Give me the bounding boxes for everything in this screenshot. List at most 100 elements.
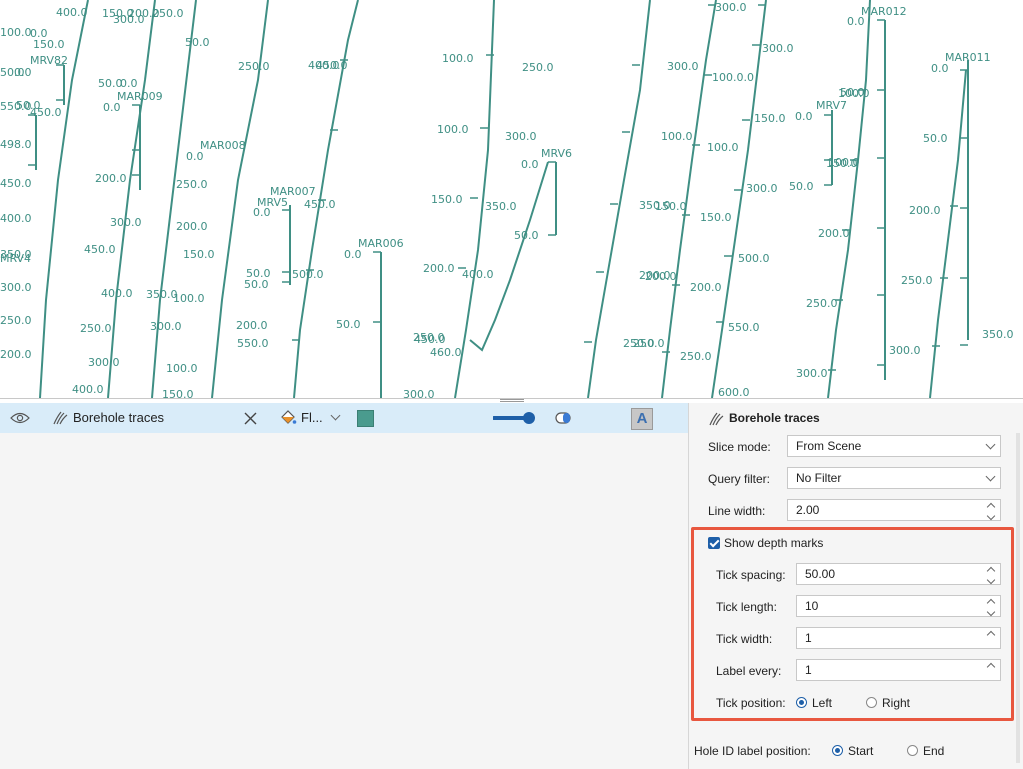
tick-spacing-spinner[interactable]: 50.00 bbox=[796, 563, 1001, 585]
spinner-arrows-icon[interactable] bbox=[986, 598, 996, 617]
text-label-icon[interactable]: A bbox=[631, 408, 653, 430]
depth-label: 100.0 bbox=[442, 52, 474, 65]
depth-label: 350.0 bbox=[982, 328, 1014, 341]
depth-label: 350.0 bbox=[485, 200, 517, 213]
line-width-spinner[interactable]: 2.00 bbox=[787, 499, 1001, 521]
depth-label: 0.0 bbox=[103, 101, 121, 114]
depth-label: 150.0 bbox=[700, 211, 732, 224]
depth-label: 300.0 bbox=[796, 367, 828, 380]
label-every-value: 1 bbox=[805, 663, 812, 677]
depth-label: 450.0 bbox=[304, 198, 336, 211]
depth-label: 450.0 bbox=[84, 243, 116, 256]
layer-name: Borehole traces bbox=[73, 410, 165, 425]
depth-label: 400.0 bbox=[56, 6, 88, 19]
depth-label: 300.0 bbox=[762, 42, 794, 55]
trace-line bbox=[469, 161, 549, 352]
depth-label: 250.0 bbox=[806, 297, 838, 310]
eye-icon[interactable] bbox=[10, 411, 30, 425]
depth-label: 250.0 bbox=[680, 350, 712, 363]
color-swatch[interactable] bbox=[357, 410, 374, 427]
tick-position-left-label: Left bbox=[812, 696, 833, 710]
fill-mode-label[interactable]: Fl... bbox=[301, 410, 323, 425]
depth-label: 300.0 bbox=[403, 388, 435, 398]
depth-label: 250.0 bbox=[633, 337, 665, 350]
show-depth-marks-checkbox[interactable] bbox=[708, 537, 720, 549]
hole-id-end-label: End bbox=[923, 744, 945, 758]
depth-label: 300.0 bbox=[715, 1, 747, 14]
tick-position-right-label: Right bbox=[882, 696, 911, 710]
depth-label: 500.0 bbox=[292, 268, 324, 281]
label-every-label: Label every: bbox=[716, 664, 782, 678]
tick-length-value: 10 bbox=[805, 599, 819, 613]
depth-label: 50.0 bbox=[789, 180, 814, 193]
depth-label: 50.0 bbox=[98, 77, 123, 90]
hole-id-end-radio[interactable] bbox=[907, 745, 918, 756]
depth-label: 250.0 bbox=[80, 322, 112, 335]
depth-label: 400.0 bbox=[308, 59, 340, 72]
trace-line bbox=[151, 0, 197, 398]
depth-label: 0.0 bbox=[847, 15, 865, 28]
depth-label: 50.0 bbox=[514, 229, 539, 242]
depth-label: 400.0 bbox=[462, 268, 494, 281]
layers-panel: Borehole traces Fl... A bbox=[0, 403, 689, 769]
depth-label: 150.0 bbox=[754, 112, 786, 125]
scene-viewport[interactable]: MAR012 MAR011 MRV7 MRV6 MAR006 MAR007 MAR008 MA… bbox=[0, 0, 1023, 399]
trace-line bbox=[107, 0, 156, 398]
tick-spacing-value: 50.00 bbox=[805, 567, 836, 581]
depth-label: 250.0 bbox=[152, 7, 184, 20]
clip-icon[interactable] bbox=[554, 411, 574, 425]
show-depth-marks-label: Show depth marks bbox=[724, 536, 824, 550]
depth-label: 100.0 bbox=[0, 26, 32, 39]
slice-mode-select[interactable]: From Scene bbox=[787, 435, 1001, 457]
borehole-scene: MAR012MAR011MRV7MRV6MAR006MAR007MAR008MA… bbox=[0, 0, 1014, 398]
depth-label: 200.0 bbox=[0, 348, 32, 361]
depth-label: 500.0 bbox=[738, 252, 770, 265]
depth-label: 50.0 bbox=[923, 132, 948, 145]
depth-label: 300.0 bbox=[150, 320, 182, 333]
tick-width-spinner[interactable]: 1 bbox=[796, 627, 1001, 649]
close-icon[interactable] bbox=[244, 412, 257, 425]
hole-id-label: MRV7 bbox=[816, 99, 847, 112]
depth-label: 200.0 bbox=[645, 270, 677, 283]
depth-label: 0.0 bbox=[120, 77, 138, 90]
depth-label: 250.0 bbox=[413, 331, 445, 344]
depth-label: 50.0 bbox=[16, 99, 41, 112]
spinner-arrows-icon[interactable] bbox=[986, 566, 996, 585]
hole-id-label: MRV82 bbox=[30, 54, 68, 67]
properties-scrollbar[interactable] bbox=[1016, 433, 1020, 763]
hole-id-label: MAR009 bbox=[117, 90, 163, 103]
trace-line bbox=[711, 0, 767, 398]
label-every-spinner[interactable]: 1 bbox=[796, 659, 1001, 681]
depth-label: 0.0 bbox=[931, 62, 949, 75]
label-glyph: A bbox=[636, 410, 648, 427]
depth-label: 600.0 bbox=[718, 386, 750, 398]
depth-label: 300.0 bbox=[505, 130, 537, 143]
opacity-slider-icon[interactable] bbox=[493, 411, 537, 425]
depth-label: 50.0 bbox=[185, 36, 210, 49]
spinner-arrows-icon[interactable] bbox=[986, 630, 996, 646]
query-filter-select[interactable]: No Filter bbox=[787, 467, 1001, 489]
depth-label: 550.0 bbox=[237, 337, 269, 350]
spinner-arrows-icon[interactable] bbox=[986, 502, 996, 521]
chevron-down-icon[interactable] bbox=[330, 410, 341, 421]
depth-label: 100.0.0 bbox=[712, 71, 754, 84]
borehole-traces-icon bbox=[53, 411, 68, 425]
spinner-arrows-icon[interactable] bbox=[986, 662, 996, 678]
depth-label: 0.0 bbox=[344, 248, 362, 261]
depth-label: 100.0 bbox=[173, 292, 205, 305]
depth-label: 400.0 bbox=[72, 383, 104, 396]
trace-line bbox=[929, 69, 967, 398]
depth-label: 100.0 bbox=[166, 362, 198, 375]
depth-label: 250.0 bbox=[238, 60, 270, 73]
depth-label: 150.0 bbox=[183, 248, 215, 261]
tick-length-spinner[interactable]: 10 bbox=[796, 595, 1001, 617]
hole-id-label: MAR006 bbox=[358, 237, 404, 250]
paint-bucket-icon[interactable] bbox=[279, 409, 297, 427]
hole-id-start-radio[interactable] bbox=[832, 745, 843, 756]
depth-label: 200.0 bbox=[236, 319, 268, 332]
layer-row-borehole-traces[interactable]: Borehole traces Fl... A bbox=[0, 403, 688, 433]
tick-position-left-radio[interactable] bbox=[796, 697, 807, 708]
tick-position-label: Tick position: bbox=[716, 696, 786, 710]
depth-label: 400.0 bbox=[101, 287, 133, 300]
tick-position-right-radio[interactable] bbox=[866, 697, 877, 708]
